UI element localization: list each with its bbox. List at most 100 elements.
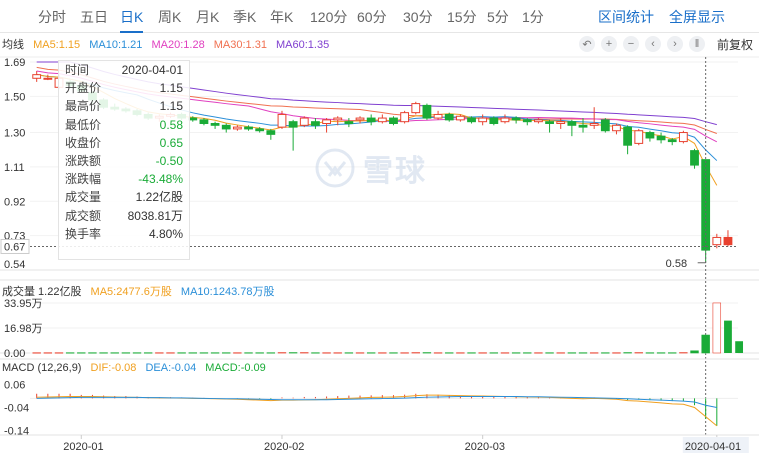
volume-bar [712, 302, 722, 354]
volume-bar [523, 352, 532, 354]
volume-bar [277, 352, 287, 354]
volume-bar [679, 352, 688, 354]
volume-bar [54, 352, 64, 354]
volume-bar [478, 352, 487, 354]
candle-body [545, 121, 554, 124]
volume-bar [255, 352, 264, 354]
x-tick-label: 2020-01 [63, 441, 103, 453]
volume-bar [32, 352, 41, 354]
volume-ma5: MA5:2477.6万股 [90, 286, 172, 298]
candle-body [567, 121, 577, 126]
info-value: 2020-04-01 [121, 63, 183, 77]
volume-bar [623, 352, 632, 354]
x-tick-label: 2020-02 [264, 441, 304, 453]
macd-value: MACD:-0.09 [205, 362, 266, 374]
volume-bar [110, 352, 119, 354]
candle-body [366, 117, 376, 123]
macd-dif-line [36, 394, 718, 427]
volume-ma10: MA10:1243.78万股 [180, 286, 275, 298]
info-key: 收盘价 [65, 135, 102, 150]
candle-body [255, 128, 265, 132]
min-marker-label: 0.58 [666, 258, 687, 270]
volume-bar [210, 352, 220, 354]
candle-body [322, 119, 331, 124]
candle-body [467, 117, 476, 123]
macd-legend: MACD (12,26,9) DIF:-0.08 DEA:-0.04 MACD:… [2, 362, 272, 374]
info-value: -43.48% [138, 172, 183, 187]
candle-body [678, 132, 688, 143]
volume-bar [121, 352, 131, 354]
volume-bar [266, 352, 276, 354]
candle-body [199, 119, 209, 124]
volume-bar [511, 352, 521, 354]
volume-bar [445, 352, 454, 354]
candle-body [634, 130, 644, 144]
candle-body [534, 119, 543, 123]
info-key: 最高价 [65, 99, 102, 114]
candle-body [266, 130, 276, 135]
info-row: 涨跌额 -0.50 [59, 152, 189, 170]
volume-bar [500, 352, 510, 354]
info-key: 开盘价 [65, 81, 102, 96]
volume-bar [233, 352, 242, 354]
candle-body [578, 124, 588, 128]
candle-body [288, 121, 298, 128]
volume-bar [634, 352, 643, 354]
info-value: 0.58 [159, 117, 183, 132]
info-value: 1.15 [159, 81, 183, 96]
candle-body [299, 117, 309, 126]
volume-bar [132, 352, 142, 354]
volume-bar [199, 352, 209, 354]
volume-bar [378, 352, 387, 354]
info-key: 时间 [65, 63, 90, 77]
volume-bar [567, 352, 577, 354]
info-row: 开盘价 1.15 [59, 79, 189, 97]
candle-body [522, 119, 532, 123]
volume-bar [701, 334, 710, 354]
volume-bar [411, 352, 420, 354]
candle-body [612, 124, 621, 132]
candle-body [244, 126, 253, 130]
candle-body [645, 132, 655, 139]
volume-bar [155, 352, 164, 354]
volume-bar [389, 352, 398, 354]
volume-bar [656, 352, 666, 354]
x-cursor-label: 2020-04-01 [685, 441, 741, 453]
price-tick-label: 0.54 [4, 259, 25, 271]
info-row: 最低价 0.58 [59, 116, 189, 134]
candle-body [188, 117, 198, 121]
volume-bar [143, 352, 153, 354]
price-tick-label: 1.11 [4, 162, 25, 174]
candle-body [500, 117, 510, 123]
volume-bar [690, 350, 699, 354]
volume-bar [589, 352, 599, 354]
volume-bar [668, 352, 677, 354]
volume-bar [735, 341, 744, 353]
watermark: 雪球 [315, 146, 427, 190]
snowball-logo-icon [315, 148, 355, 188]
candle-body [589, 122, 599, 126]
candle-body [600, 119, 610, 132]
info-row: 涨跌幅 -43.48% [59, 170, 189, 188]
volume-bar [422, 352, 432, 354]
volume-bar [99, 352, 108, 354]
info-key: 成交额 [65, 208, 102, 223]
volume-bar [77, 352, 86, 354]
info-row: 收盘价 0.65 [59, 134, 189, 152]
candle-body [623, 126, 633, 146]
info-row: 换手率 4.80% [59, 225, 189, 243]
x-tick-label: 2020-03 [465, 441, 505, 453]
candle-body [232, 126, 242, 130]
volume-label: 成交量 1.22亿股 [2, 286, 82, 298]
candle-body [444, 113, 454, 121]
info-key: 涨跌幅 [65, 172, 102, 187]
volume-tick-label: 0.00 [4, 348, 25, 360]
volume-bar [534, 352, 543, 354]
info-row: 成交额 8038.81万 [59, 207, 189, 225]
volume-bar [322, 352, 331, 354]
candle-body [411, 103, 421, 114]
info-key: 成交量 [65, 190, 102, 205]
candle-body [355, 117, 365, 121]
volume-bar [43, 352, 53, 354]
ohlc-info-panel: 时间 2020-04-01 开盘价 1.15 最高价 1.15 最低价 0.58 收盘价 0.65… [58, 60, 190, 260]
